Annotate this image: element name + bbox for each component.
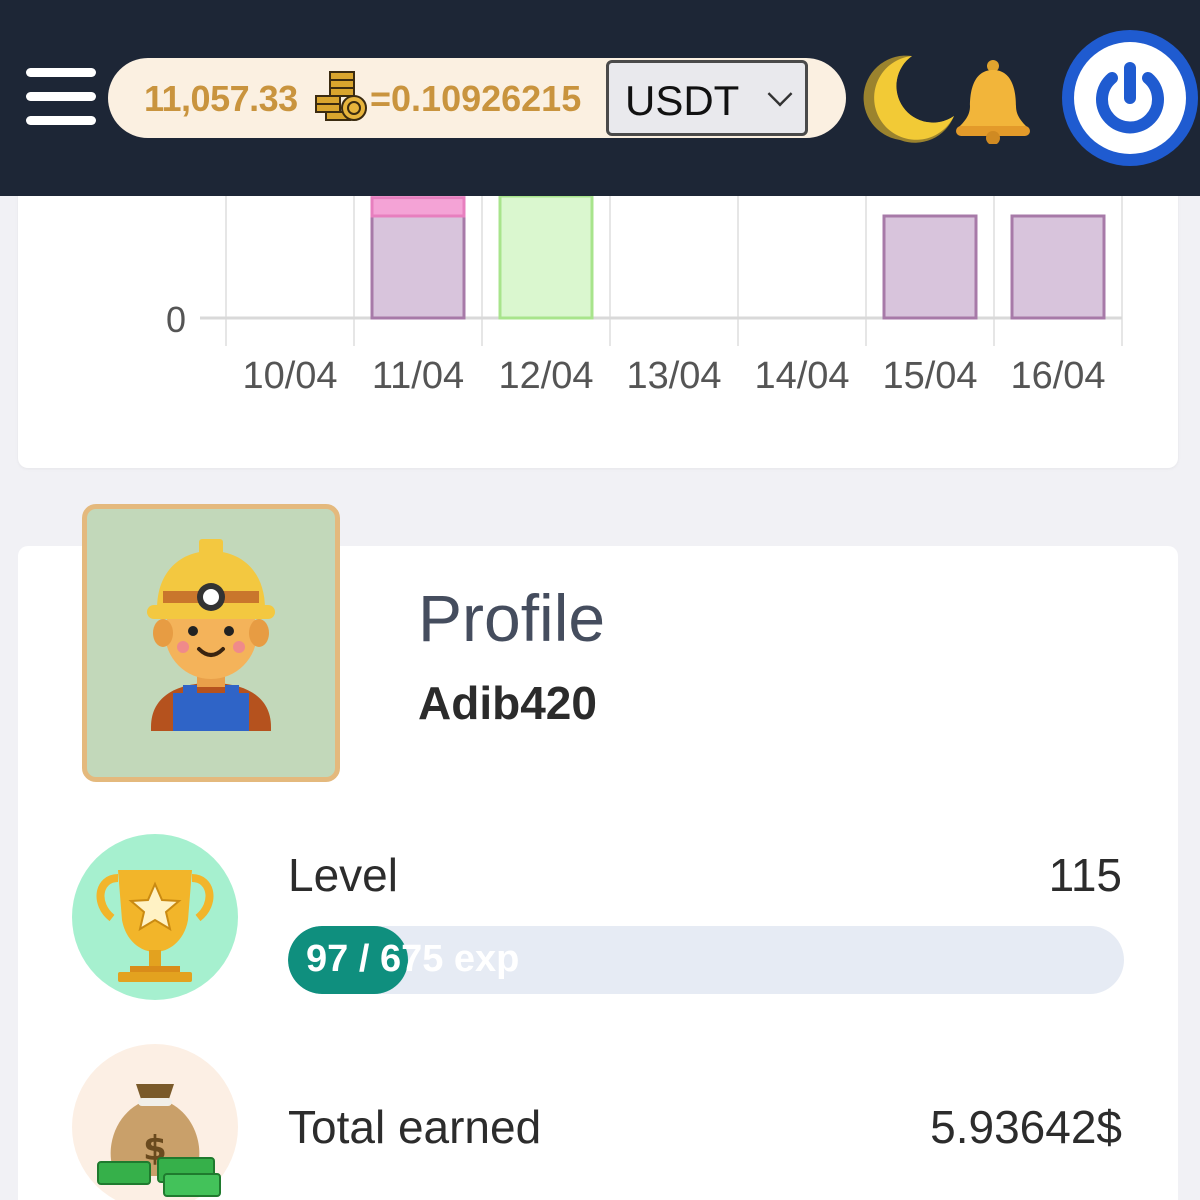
x-tick-label: 10/04 xyxy=(242,355,337,397)
currency-value: USDT xyxy=(625,77,740,124)
balance-amount: 11,057.33 xyxy=(144,78,298,119)
x-tick-label: 16/04 xyxy=(1010,355,1105,397)
moon-icon[interactable] xyxy=(860,50,956,146)
earnings-bar-chart: 0 10/04 11/04 12/04 13/04 14/04 15/04 16/04 xyxy=(166,150,1123,397)
money-bag-icon: $ xyxy=(72,1044,238,1200)
bell-icon[interactable] xyxy=(952,58,1034,144)
coins-icon xyxy=(315,71,367,121)
earnings-chart-card: 0 10/04 11/04 12/04 13/04 14/04 15/04 16/04 xyxy=(18,150,1178,468)
chart-bar xyxy=(370,214,466,320)
chart-bar xyxy=(1010,214,1106,320)
x-tick-label: 11/04 xyxy=(372,355,464,397)
x-tick-label: 13/04 xyxy=(626,355,721,397)
exp-progress-bar: 97 / 675 exp xyxy=(288,926,1124,994)
top-bar: 11,057.33 =0.10926215 USDT xyxy=(0,0,1200,196)
trophy-icon xyxy=(72,834,238,1000)
power-button[interactable] xyxy=(1062,30,1198,166)
total-earned-label: Total earned xyxy=(288,1101,542,1153)
x-tick-label: 14/04 xyxy=(754,355,849,397)
level-label: Level xyxy=(288,849,398,901)
level-value: 115 xyxy=(1048,849,1122,901)
miner-avatar-icon xyxy=(147,539,275,731)
power-icon xyxy=(1074,42,1186,154)
exp-progress-text: 97 / 675 exp xyxy=(306,938,520,980)
username: Adib420 xyxy=(418,677,597,729)
profile-title: Profile xyxy=(418,581,606,655)
chevron-down-icon xyxy=(767,81,793,107)
avatar xyxy=(82,504,340,782)
total-earned-value: 5.93642$ xyxy=(930,1101,1122,1153)
chart-bar xyxy=(882,214,978,320)
y-tick-label: 0 xyxy=(166,299,186,340)
exchange-rate: =0.10926215 xyxy=(370,78,582,119)
menu-icon[interactable] xyxy=(26,68,96,126)
currency-select[interactable]: USDT xyxy=(606,60,808,136)
chart-bar xyxy=(498,194,594,320)
balance-pill: 11,057.33 =0.10926215 USDT xyxy=(108,58,846,138)
chart-bar xyxy=(370,196,466,218)
x-tick-label: 12/04 xyxy=(498,355,593,397)
x-tick-label: 15/04 xyxy=(882,355,977,397)
